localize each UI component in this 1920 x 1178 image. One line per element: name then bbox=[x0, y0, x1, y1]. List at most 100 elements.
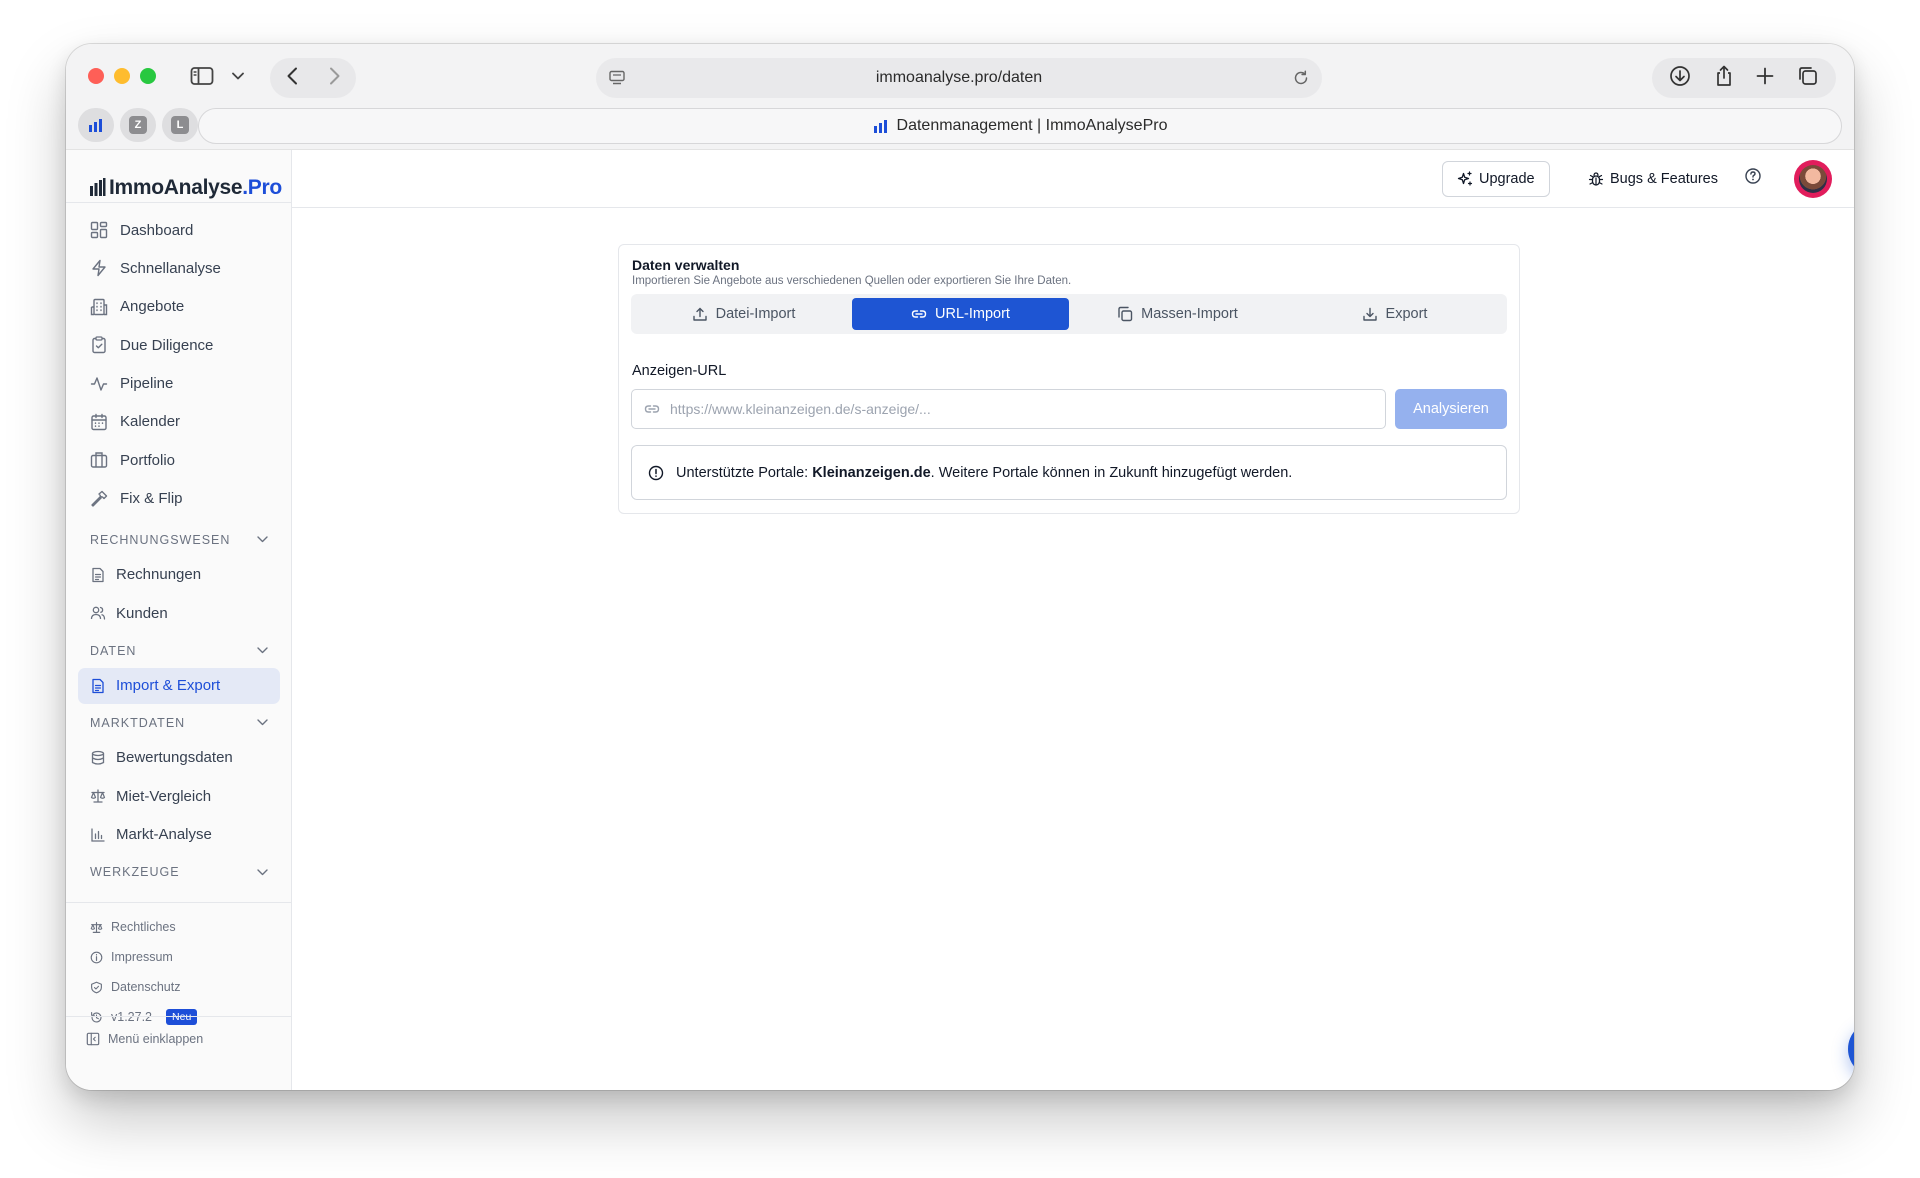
nav-item-angebote[interactable]: Angebote bbox=[78, 289, 280, 325]
link-icon bbox=[644, 405, 660, 413]
forward-arrow-icon[interactable] bbox=[329, 67, 341, 90]
bug-icon bbox=[1588, 172, 1604, 186]
bugs-label: Bugs & Features bbox=[1610, 171, 1718, 187]
link-impressum[interactable]: Impressum bbox=[78, 942, 280, 972]
sidebar: ImmoAnalyse .Pro Dashboard Schnellanalyse… bbox=[66, 150, 292, 1090]
nav-label: Kunden bbox=[116, 604, 168, 622]
nav-label: Fix & Flip bbox=[120, 490, 183, 508]
favorite-immoanalyse[interactable] bbox=[78, 108, 114, 142]
user-avatar[interactable] bbox=[1794, 160, 1832, 198]
building-icon bbox=[90, 298, 108, 315]
sparkles-icon bbox=[1457, 171, 1473, 186]
info-text: Unterstützte Portale: Kleinanzeigen.de. … bbox=[676, 465, 1292, 481]
history-icon bbox=[91, 1011, 102, 1023]
nav-label: Rechnungen bbox=[116, 566, 202, 584]
brand-logo[interactable]: ImmoAnalyse .Pro bbox=[90, 176, 282, 200]
help-icon[interactable] bbox=[1744, 167, 1762, 190]
minimize-window-button[interactable] bbox=[114, 68, 130, 84]
reload-icon[interactable] bbox=[1292, 69, 1310, 92]
upload-icon bbox=[692, 307, 707, 321]
main-content: Upgrade Bugs & Features Daten verwalten … bbox=[292, 150, 1854, 1090]
file-text-icon bbox=[92, 678, 104, 693]
nav-item-due-diligence[interactable]: Due Diligence bbox=[78, 327, 280, 363]
address-bar[interactable]: immoanalyse.pro/daten bbox=[596, 58, 1322, 98]
tab-export[interactable]: Export bbox=[1286, 298, 1503, 330]
nav-item-schnellanalyse[interactable]: Schnellanalyse bbox=[78, 250, 280, 286]
favorite-l[interactable]: L bbox=[162, 108, 198, 142]
nav-item-rechnungen[interactable]: Rechnungen bbox=[78, 557, 280, 593]
section-title: MARKTDATEN bbox=[90, 715, 186, 730]
link-rechtliches[interactable]: Rechtliches bbox=[78, 912, 280, 942]
nav-label: Pipeline bbox=[120, 375, 174, 393]
share-icon[interactable] bbox=[1714, 65, 1734, 92]
nav-item-portfolio[interactable]: Portfolio bbox=[78, 442, 280, 478]
bolt-icon bbox=[92, 260, 106, 277]
nav-item-markt-analyse[interactable]: Markt-Analyse bbox=[78, 817, 280, 853]
tab-massen-import[interactable]: Massen-Import bbox=[1069, 298, 1286, 330]
data-management-card: Daten verwalten Importieren Sie Angebote… bbox=[618, 244, 1520, 514]
chevron-down-icon bbox=[257, 719, 268, 726]
section-title: RECHNUNGSWESEN bbox=[90, 532, 231, 547]
copy-icon bbox=[1118, 306, 1133, 322]
link-datenschutz[interactable]: Datenschutz bbox=[78, 972, 280, 1002]
nav-item-kalender[interactable]: Kalender bbox=[78, 404, 280, 440]
nav-item-fix-flip[interactable]: Fix & Flip bbox=[78, 481, 280, 517]
bar-chart-icon bbox=[91, 828, 105, 842]
analyze-button[interactable]: Analysieren bbox=[1395, 389, 1507, 429]
active-tab[interactable]: Datenmanagement | ImmoAnalysePro bbox=[198, 108, 1842, 144]
brand-suffix: .Pro bbox=[242, 176, 282, 199]
card-title: Daten verwalten bbox=[632, 257, 740, 273]
link-icon bbox=[911, 310, 927, 318]
nav-item-kunden[interactable]: Kunden bbox=[78, 595, 280, 631]
link-label: Impressum bbox=[111, 950, 173, 964]
nav-item-import-export[interactable]: Import & Export bbox=[78, 667, 280, 704]
new-tab-plus-icon[interactable] bbox=[1756, 67, 1774, 90]
bugs-features-button[interactable]: Bugs & Features bbox=[1578, 161, 1728, 197]
tab-title: Datenmanagement | ImmoAnalysePro bbox=[896, 117, 1168, 134]
download-icon bbox=[1362, 307, 1377, 321]
supported-portals-info: Unterstützte Portale: Kleinanzeigen.de. … bbox=[631, 445, 1507, 500]
shield-icon bbox=[91, 981, 102, 993]
nav-item-bewertungsdaten[interactable]: Bewertungsdaten bbox=[78, 740, 280, 776]
section-header-marktdaten[interactable]: MARKTDATEN bbox=[78, 706, 280, 740]
download-icon[interactable] bbox=[1669, 65, 1691, 92]
nav-label: Bewertungsdaten bbox=[116, 749, 233, 767]
footer-links: Rechtliches Impressum Datenschutz v1.27.… bbox=[78, 912, 280, 1032]
url-input-wrapper[interactable] bbox=[631, 389, 1386, 429]
nav-item-dashboard[interactable]: Dashboard bbox=[78, 212, 280, 248]
chevron-down-icon[interactable] bbox=[232, 72, 244, 80]
sidebar-toggle-icon[interactable] bbox=[190, 66, 214, 86]
clipboard-icon bbox=[92, 336, 106, 354]
card-subtitle: Importieren Sie Angebote aus verschieden… bbox=[632, 275, 1072, 287]
favorites-bar: Z L bbox=[78, 108, 198, 142]
back-arrow-icon[interactable] bbox=[286, 67, 298, 90]
page-menu-icon[interactable] bbox=[608, 69, 626, 92]
upgrade-button[interactable]: Upgrade bbox=[1442, 161, 1550, 197]
file-text-icon bbox=[92, 567, 104, 582]
section-header-daten[interactable]: DATEN bbox=[78, 634, 280, 668]
collapse-menu-button[interactable]: Menü einklappen bbox=[78, 1024, 280, 1054]
nav-label: Dashboard bbox=[120, 221, 194, 239]
hammer-icon bbox=[91, 490, 108, 507]
chevron-down-icon bbox=[257, 536, 268, 543]
divider bbox=[66, 1016, 292, 1017]
tab-url-import[interactable]: URL-Import bbox=[852, 298, 1069, 330]
favorite-z[interactable]: Z bbox=[120, 108, 156, 142]
avatar-image bbox=[1799, 165, 1827, 193]
nav-label: Due Diligence bbox=[120, 336, 214, 354]
maximize-window-button[interactable] bbox=[140, 68, 156, 84]
tab-overview-icon[interactable] bbox=[1797, 65, 1819, 92]
nav-item-pipeline[interactable]: Pipeline bbox=[78, 366, 280, 402]
collapse-area: Menü einklappen bbox=[78, 1024, 280, 1054]
tab-datei-import[interactable]: Datei-Import bbox=[635, 298, 852, 330]
section-header-rechnungswesen[interactable]: RECHNUNGSWESEN bbox=[78, 523, 280, 557]
link-label: Datenschutz bbox=[111, 980, 181, 994]
url-input[interactable] bbox=[670, 401, 1350, 417]
nav-label: Portfolio bbox=[120, 451, 176, 469]
section-header-werkzeuge[interactable]: WERKZEUGE bbox=[78, 855, 280, 889]
nav-item-miet-vergleich[interactable]: Miet-Vergleich bbox=[78, 778, 280, 814]
info-icon bbox=[90, 951, 103, 963]
chat-button[interactable] bbox=[1848, 1021, 1854, 1077]
address-url: immoanalyse.pro/daten bbox=[875, 69, 1043, 86]
close-window-button[interactable] bbox=[88, 68, 104, 84]
